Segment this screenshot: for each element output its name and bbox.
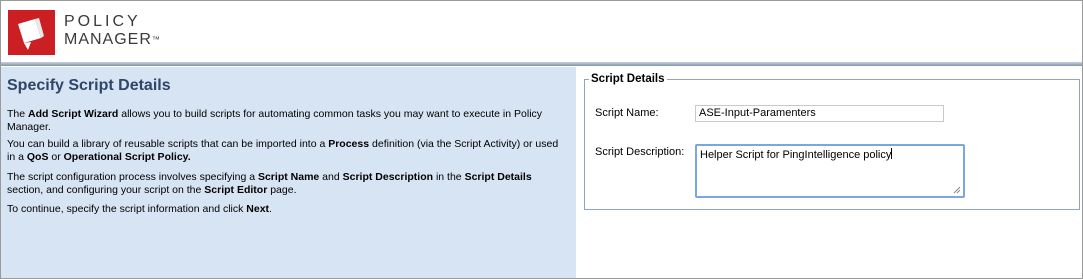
- help-text: To continue, specify the script informat…: [7, 203, 247, 215]
- help-paragraph-4: To continue, specify the script informat…: [7, 203, 562, 216]
- help-bold-text: Script Editor: [204, 184, 268, 196]
- script-description-value: Helper Script for PingIntelligence polic…: [700, 149, 892, 161]
- script-details-legend: Script Details: [589, 73, 667, 85]
- logo-line-1: POLICY: [64, 13, 141, 30]
- script-name-label: Script Name:: [595, 107, 659, 119]
- help-bold-text: Operational Script Policy.: [63, 151, 191, 163]
- help-bold-text: Next: [246, 203, 270, 215]
- script-description-label: Script Description:: [595, 146, 685, 158]
- logo-line-2: MANAGER™: [64, 31, 160, 49]
- help-text: The script configuration process involve…: [7, 171, 258, 183]
- help-paragraph-1: The Add Script Wizard allows you to buil…: [7, 108, 562, 134]
- help-text: You can build a library of reusable scri…: [7, 138, 329, 150]
- help-paragraph-3: The script configuration process involve…: [7, 171, 562, 197]
- help-text: The: [7, 108, 29, 120]
- header-divider: [1, 62, 1082, 66]
- logo-line-2-text: MANAGER: [64, 31, 152, 48]
- help-bold-text: Script Description: [342, 171, 434, 183]
- help-paragraph-2: You can build a library of reusable scri…: [7, 138, 562, 164]
- script-name-input[interactable]: ASE-Input-Paramenters: [695, 105, 944, 122]
- script-name-value: ASE-Input-Paramenters: [699, 107, 816, 119]
- script-details-fieldset: Script Details Script Name: ASE-Input-Pa…: [584, 73, 1080, 210]
- policy-manager-logo-icon: [8, 10, 55, 55]
- product-logo-text: POLICY MANAGER™: [64, 13, 160, 49]
- resize-grip-icon[interactable]: [953, 186, 961, 194]
- help-text: page.: [267, 184, 297, 196]
- trademark-symbol: ™: [151, 35, 160, 44]
- help-text: section, and configuring your script on …: [7, 184, 205, 196]
- help-text: .: [269, 203, 272, 215]
- script-description-textarea[interactable]: Helper Script for PingIntelligence polic…: [695, 144, 965, 198]
- help-bold-text: Add Script Wizard: [28, 108, 119, 120]
- help-bold-text: Process: [328, 138, 370, 150]
- app-header: POLICY MANAGER™: [1, 1, 1082, 62]
- script-details-area: Script Details Script Name: ASE-Input-Pa…: [576, 67, 1082, 278]
- help-text: and: [319, 171, 343, 183]
- help-bold-text: QoS: [26, 151, 49, 163]
- help-text: or: [48, 151, 64, 163]
- wizard-help-panel: Specify Script Details The Add Script Wi…: [1, 67, 576, 278]
- page-title: Specify Script Details: [7, 77, 171, 94]
- help-bold-text: Script Details: [464, 171, 532, 183]
- text-caret: [891, 148, 893, 159]
- help-bold-text: Script Name: [257, 171, 320, 183]
- help-text: in the: [433, 171, 465, 183]
- window-frame: POLICY MANAGER™ Specify Script Details T…: [0, 0, 1083, 279]
